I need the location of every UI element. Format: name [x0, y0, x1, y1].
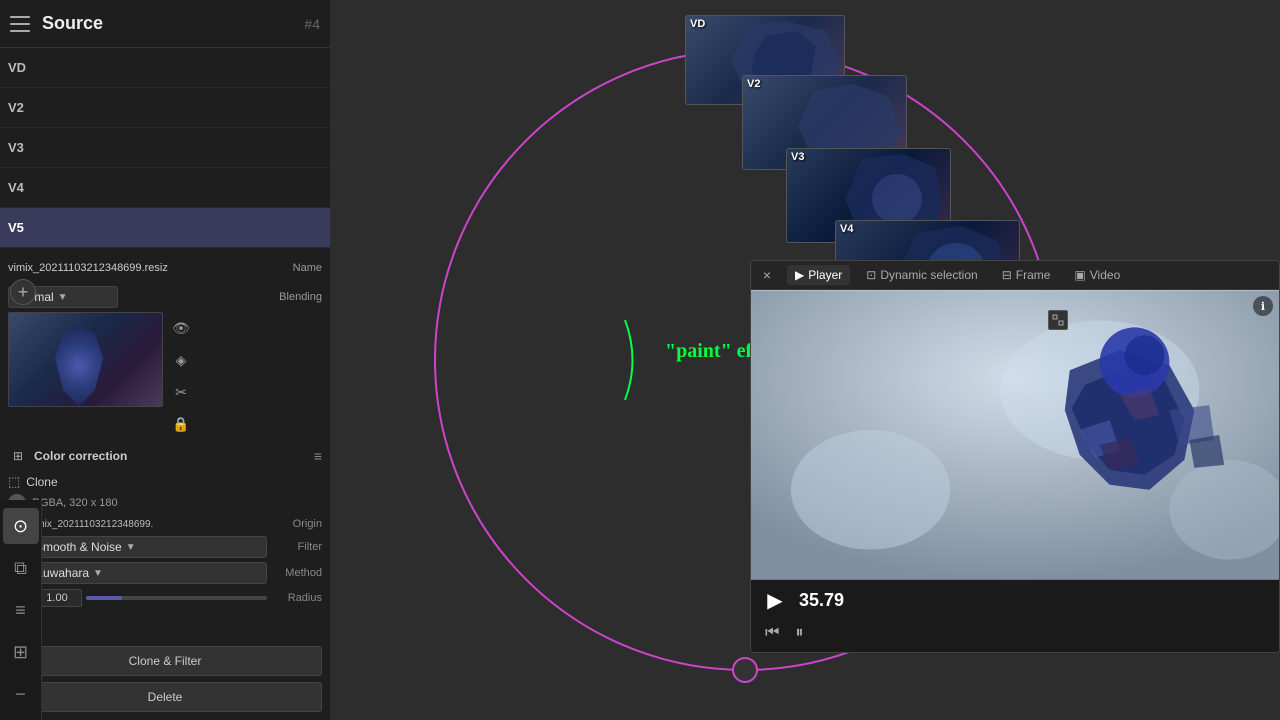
- tab-dynamic-label: Dynamic selection: [880, 268, 977, 282]
- video-panel-header: × ▶ Player ⊡ Dynamic selection ⊟ Frame ▣…: [751, 261, 1279, 290]
- scissors-icon[interactable]: ✂: [169, 380, 193, 404]
- color-correction-icon: ⊞: [8, 446, 28, 466]
- skip-back-button[interactable]: ⏮: [761, 620, 783, 646]
- stack-icon[interactable]: ≡: [3, 592, 39, 628]
- filename-row: vimix_20211103212348699.resiz Name: [8, 254, 322, 282]
- node-label-v2: V2: [747, 78, 760, 90]
- origin-label: Origin: [272, 518, 322, 530]
- audio-icon[interactable]: ◈: [169, 348, 193, 372]
- layer-label-v3: V3: [8, 140, 40, 155]
- tab-player-label: Player: [808, 268, 842, 282]
- rgba-row: ▶ RGBA, 320 x 180: [8, 494, 322, 512]
- sidebar-title: Source: [42, 13, 304, 34]
- clone-row: ⬚ Clone: [8, 474, 322, 490]
- radius-slider-container: 1.00: [32, 589, 267, 607]
- method-arrow-icon: ▼: [93, 568, 103, 579]
- filter-arrow-icon: ▼: [126, 542, 136, 553]
- clone-label: Clone: [26, 475, 57, 489]
- side-icons: 👁 ◈ ✂ 🔒: [169, 312, 193, 436]
- layer-list: VD V2 V3 V4 V5: [0, 48, 330, 248]
- node-label-v4: V4: [840, 223, 853, 235]
- visibility-icon[interactable]: 👁: [169, 316, 193, 340]
- filter-row: ✦ Smooth & Noise ▼ Filter: [8, 536, 322, 558]
- info-overlay-icon: ℹ: [1253, 296, 1273, 316]
- layer-row-v4[interactable]: V4: [0, 168, 330, 208]
- origin-filename: V4 - vimix_20211103212348699.: [8, 519, 272, 530]
- source-panel: vimix_20211103212348699.resiz Name Norma…: [0, 248, 330, 638]
- player-icon: ▶: [795, 268, 804, 282]
- video-panel: × ▶ Player ⊡ Dynamic selection ⊟ Frame ▣…: [750, 260, 1280, 653]
- delete-button[interactable]: Delete: [8, 682, 322, 712]
- origin-row: V4 - vimix_20211103212348699. Origin: [8, 518, 322, 530]
- frame-icon: ⊟: [1002, 268, 1012, 282]
- layer-row-v2[interactable]: V2: [0, 88, 330, 128]
- dynamic-icon: ⊡: [866, 268, 876, 282]
- lock-icon[interactable]: 🔒: [169, 412, 193, 436]
- close-button[interactable]: ×: [759, 267, 775, 283]
- radius-slider-fill: [86, 596, 122, 600]
- main-area: VD V2 V3 V4: [330, 0, 1280, 720]
- play-main-button[interactable]: ▶: [761, 586, 789, 614]
- layer-label-v4: V4: [8, 180, 40, 195]
- blending-label: Blending: [252, 291, 322, 303]
- blending-row: Normal ▼ Blending: [8, 286, 322, 308]
- video-content: ℹ: [751, 290, 1279, 580]
- rgba-text: RGBA, 320 x 180: [32, 497, 118, 509]
- section-menu-icon[interactable]: ≡: [314, 448, 322, 464]
- filename-text: vimix_20211103212348699.resiz: [8, 262, 252, 274]
- color-correction-section: ⊞ Color correction ≡: [8, 442, 322, 470]
- tab-video-label: Video: [1090, 268, 1120, 282]
- radius-slider[interactable]: [86, 596, 267, 600]
- tab-frame-label: Frame: [1016, 268, 1051, 282]
- tab-frame[interactable]: ⊟ Frame: [994, 265, 1059, 285]
- source-thumbnail: [8, 312, 163, 407]
- thumbnail-bird-shape: [39, 326, 119, 406]
- color-correction-title: Color correction: [34, 449, 127, 463]
- grid-icon[interactable]: ⊞: [3, 634, 39, 670]
- method-value: Kuwahara: [35, 566, 89, 580]
- minus-icon[interactable]: −: [3, 676, 39, 712]
- blending-arrow-icon: ▼: [58, 292, 68, 303]
- node-label-v3: V3: [791, 151, 804, 163]
- target-icon[interactable]: ⊙: [3, 508, 39, 544]
- time-row: ▶ 35.79: [761, 586, 1269, 614]
- radius-row: ○ 1.00 Radius: [8, 588, 322, 608]
- radius-label: Radius: [267, 592, 322, 604]
- method-label: Method: [267, 567, 322, 579]
- method-row: Kuwahara ▼ Method: [8, 562, 322, 584]
- clone-filter-button[interactable]: Clone & Filter: [8, 646, 322, 676]
- filter-value: Smooth & Noise: [35, 540, 122, 554]
- tab-dynamic[interactable]: ⊡ Dynamic selection: [858, 265, 985, 285]
- layer-row-v5[interactable]: V5: [0, 208, 330, 248]
- filter-label: Filter: [267, 541, 322, 553]
- layers-bottom-icon[interactable]: ⧉: [3, 550, 39, 586]
- menu-icon[interactable]: [10, 16, 30, 32]
- transport-row: ⏮ ⏸: [761, 620, 1269, 646]
- node-expand-icon[interactable]: [1048, 310, 1068, 330]
- video-icon: ▣: [1074, 268, 1085, 282]
- video-bird-scene: ℹ: [751, 290, 1279, 580]
- pause-button[interactable]: ⏸: [791, 620, 807, 646]
- name-label: Name: [252, 262, 322, 274]
- sidebar-header: Source #4: [0, 0, 330, 48]
- method-dropdown[interactable]: Kuwahara ▼: [28, 562, 267, 584]
- filter-dropdown[interactable]: Smooth & Noise ▼: [28, 536, 267, 558]
- layer-label-v5: V5: [8, 220, 40, 235]
- time-display: 35.79: [799, 590, 844, 611]
- sidebar-num: #4: [304, 16, 320, 32]
- layer-row-vd[interactable]: VD: [0, 48, 330, 88]
- tab-video[interactable]: ▣ Video: [1066, 265, 1128, 285]
- sidebar: Source #4 VD V2 V3 V4 V5 vimix_202111032…: [0, 0, 330, 720]
- sidebar-bottom-icons: ⊙ ⧉ ≡ ⊞ −: [0, 500, 42, 720]
- video-controls: ▶ 35.79 ⏮ ⏸: [751, 580, 1279, 652]
- layer-label-vd: VD: [8, 60, 40, 75]
- add-button[interactable]: +: [10, 279, 36, 305]
- tab-player[interactable]: ▶ Player: [787, 265, 850, 285]
- thumbnail-area: 👁 ◈ ✂ 🔒: [8, 312, 322, 436]
- layer-label-v2: V2: [8, 100, 40, 115]
- node-label-vd: VD: [690, 18, 705, 30]
- layer-row-v3[interactable]: V3: [0, 128, 330, 168]
- action-buttons: Clone & Filter Delete: [0, 638, 330, 720]
- clone-icon: ⬚: [8, 474, 20, 490]
